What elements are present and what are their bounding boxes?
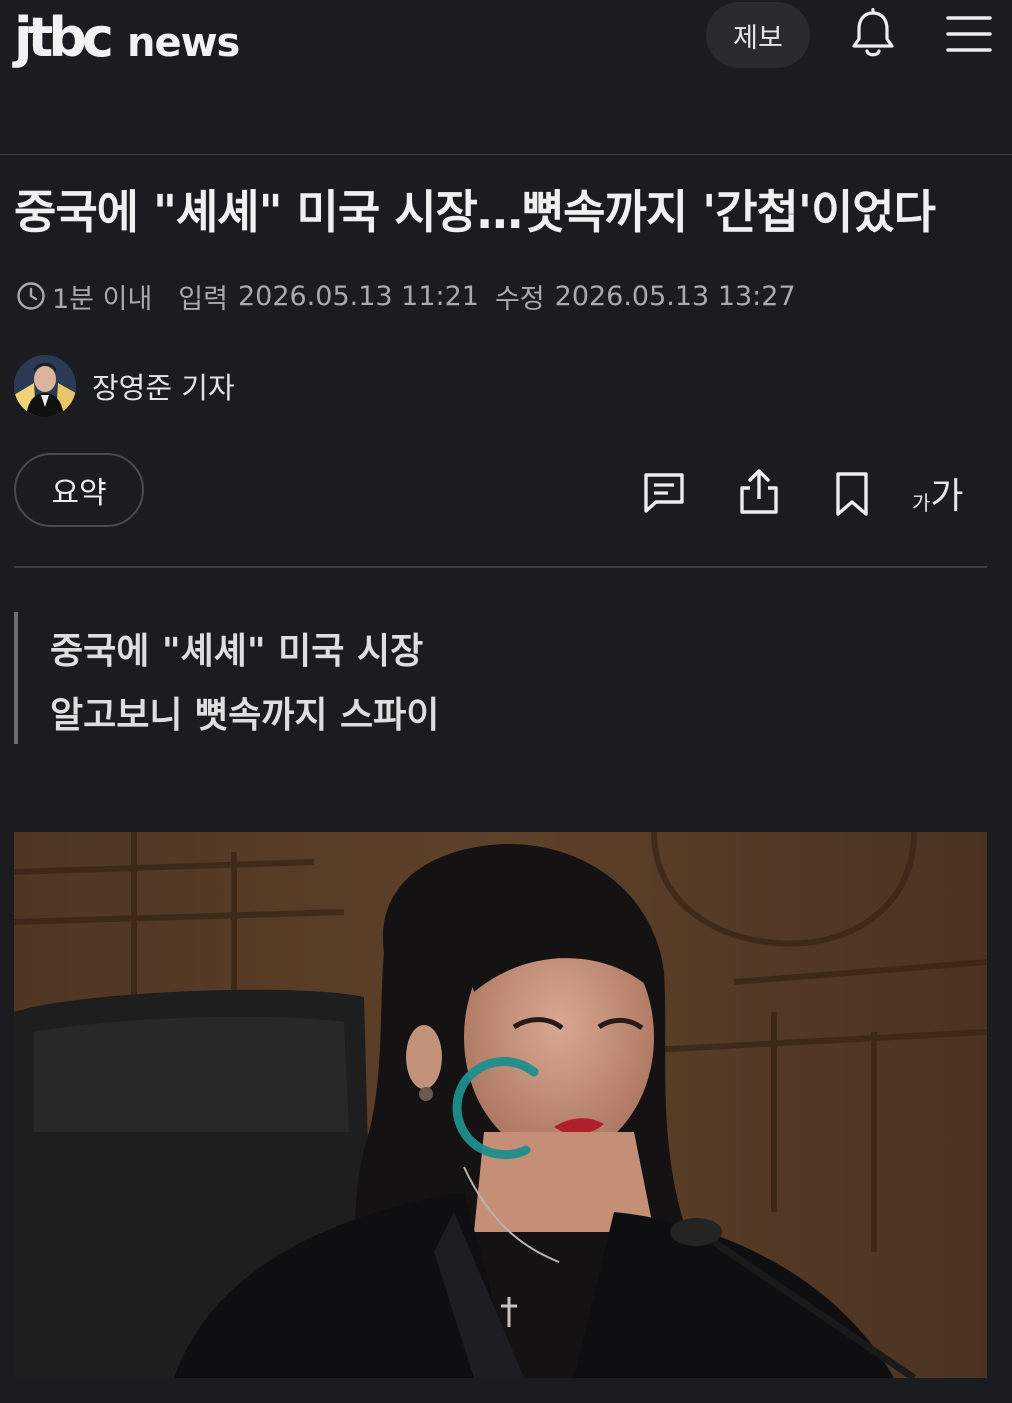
bookmark-icon[interactable] — [830, 470, 874, 518]
modified-date: 2026.05.13 13:27 — [554, 280, 796, 312]
published-date: 2026.05.13 11:21 — [237, 280, 479, 312]
published-label: 입력 — [178, 283, 228, 315]
loading-spinner-icon — [452, 1057, 539, 1160]
article-meta: 1분 이내 입력 2026.05.13 11:21 수정 2026.05.13 … — [16, 276, 796, 316]
author-block[interactable]: 장영준 기자 — [14, 354, 235, 418]
modified-label: 수정 — [494, 283, 545, 315]
subheadline-line-2: 알고보니 뼛속까지 스파이 — [50, 695, 440, 736]
toolbar-divider — [14, 566, 987, 568]
font-size-large-label: 가 — [930, 476, 964, 517]
site-header: jtbc news 제보 — [0, 0, 1012, 155]
author-name[interactable]: 장영준 기자 — [92, 365, 235, 407]
share-icon[interactable] — [734, 468, 784, 516]
article-page: jtbc news 제보 중국에 "셰셰" 미국 시장…뼛속까지 '간첩'이었다… — [0, 0, 1012, 1403]
summary-button[interactable]: 요약 — [14, 453, 144, 527]
comment-icon[interactable] — [640, 470, 688, 516]
logo-jtbc-text: jtbc — [14, 6, 114, 69]
logo-news-text: news — [127, 20, 240, 66]
read-time: 1분 이내 — [52, 283, 153, 315]
bell-icon[interactable] — [848, 8, 898, 60]
author-avatar[interactable] — [14, 355, 76, 417]
subheadline-line-1: 중국에 "셰셰" 미국 시장 — [50, 631, 424, 672]
article-subheadline: 중국에 "셰셰" 미국 시장 알고보니 뼛속까지 스파이 — [14, 612, 918, 744]
clock-icon — [17, 282, 45, 310]
font-size-small-label: 가 — [912, 491, 931, 515]
report-button[interactable]: 제보 — [706, 2, 810, 68]
jtbc-news-logo[interactable]: jtbc news — [14, 6, 240, 76]
article-title: 중국에 "셰셰" 미국 시장…뼛속까지 '간첩'이었다 — [14, 185, 936, 239]
hamburger-menu-icon[interactable] — [944, 10, 994, 56]
font-size-button[interactable]: 가 가 — [912, 470, 964, 518]
